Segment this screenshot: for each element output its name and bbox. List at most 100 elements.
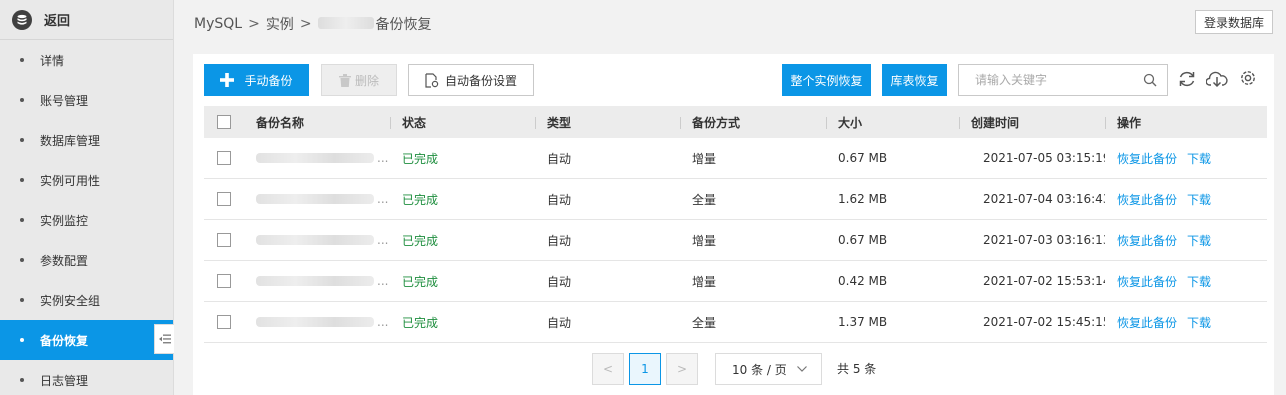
page-number-button[interactable]: 1 — [629, 353, 661, 385]
gear-icon[interactable] — [1237, 67, 1259, 89]
size-cell: 0.67 MB — [838, 233, 888, 247]
breadcrumb-separator: > — [248, 16, 260, 32]
name-ellipsis: ... — [377, 315, 389, 329]
row-checkbox[interactable] — [217, 151, 231, 165]
status-cell: 已完成 — [402, 233, 439, 248]
column-header-size: 大小 — [826, 106, 959, 138]
back-button[interactable]: 返回 — [0, 0, 173, 40]
redacted-backup-name — [256, 317, 374, 327]
backup-name-cell: ... — [244, 220, 390, 260]
status-cell: 已完成 — [402, 192, 439, 207]
row-checkbox[interactable] — [217, 315, 231, 329]
status-cell: 已完成 — [402, 151, 439, 166]
bullet-icon — [20, 178, 24, 182]
sidebar-item-availability[interactable]: 实例可用性 — [0, 160, 173, 200]
name-ellipsis: ... — [377, 233, 389, 247]
bullet-icon — [20, 258, 24, 262]
per-page-value: 10 条 / 页 — [732, 362, 787, 377]
login-database-button[interactable]: 登录数据库 — [1194, 10, 1273, 34]
row-checkbox[interactable] — [217, 233, 231, 247]
row-checkbox[interactable] — [217, 274, 231, 288]
document-settings-icon — [425, 72, 439, 88]
manual-backup-button[interactable]: 手动备份 — [204, 64, 309, 96]
breadcrumb-item-instance[interactable]: 实例 — [266, 14, 294, 34]
created-time-cell: 2021-07-04 03:16:43 — [983, 192, 1105, 206]
type-cell: 自动 — [547, 274, 572, 289]
size-cell: 0.67 MB — [838, 151, 888, 165]
sidebar-item-databases[interactable]: 数据库管理 — [0, 120, 173, 160]
select-all-cell — [204, 106, 244, 138]
bullet-icon — [20, 378, 24, 382]
sidebar: 返回 详情 账号管理 数据库管理 实例可用性 实例监控 参数配置 实例安全组 备… — [0, 0, 174, 395]
search-box — [958, 64, 1168, 96]
sidebar-item-label: 数据库管理 — [40, 133, 101, 148]
restore-backup-link[interactable]: 恢复此备份 — [1117, 191, 1177, 208]
row-checkbox[interactable] — [217, 192, 231, 206]
manual-backup-label: 手动备份 — [244, 73, 293, 88]
download-link[interactable]: 下载 — [1187, 191, 1211, 208]
row-select-cell — [204, 302, 244, 342]
restore-backup-link[interactable]: 恢复此备份 — [1117, 314, 1177, 331]
sidebar-item-details[interactable]: 详情 — [0, 40, 173, 80]
table-row: ... 已完成 自动 全量 1.62 MB 2021-07-04 03:16:4… — [204, 179, 1267, 220]
sidebar-item-backup-restore[interactable]: 备份恢复 — [0, 320, 173, 360]
bullet-icon — [20, 98, 24, 102]
method-cell: 增量 — [692, 274, 717, 289]
breadcrumb-separator: > — [299, 16, 312, 32]
column-header-status: 状态 — [390, 106, 535, 138]
redacted-instance-name — [317, 17, 374, 29]
actions-cell: 恢复此备份 下载 — [1105, 302, 1267, 342]
sidebar-item-parameters[interactable]: 参数配置 — [0, 240, 173, 280]
sidebar-item-label: 详情 — [40, 53, 65, 68]
download-link[interactable]: 下载 — [1187, 232, 1211, 249]
breadcrumb: MySQL > 实例 > 备份恢复 — [194, 14, 432, 34]
sidebar-item-label: 实例安全组 — [40, 293, 101, 308]
cloud-download-icon[interactable] — [1206, 67, 1228, 89]
breadcrumb-item-mysql[interactable]: MySQL — [194, 16, 242, 32]
sidebar-item-monitoring[interactable]: 实例监控 — [0, 200, 173, 240]
search-input[interactable] — [975, 73, 1143, 87]
column-header-method: 备份方式 — [680, 106, 826, 138]
restore-backup-link[interactable]: 恢复此备份 — [1117, 273, 1177, 290]
download-link[interactable]: 下载 — [1187, 273, 1211, 290]
actions-cell: 恢复此备份 下载 — [1105, 138, 1267, 178]
table-row: ... 已完成 自动 增量 0.67 MB 2021-07-03 03:16:1… — [204, 220, 1267, 261]
created-time-cell: 2021-07-05 03:15:19 — [983, 151, 1105, 165]
main-panel: 手动备份 删除 自动备份设置 整个实例恢复 库表恢复 请输入关键字 备份名称 状… — [193, 54, 1274, 395]
created-time-cell: 2021-07-02 15:45:15 — [983, 315, 1105, 329]
page-number-label: 1 — [641, 362, 649, 376]
next-page-button[interactable]: > — [666, 353, 698, 385]
select-all-checkbox[interactable] — [217, 115, 231, 129]
db-table-restore-button[interactable]: 库表恢复 — [882, 64, 947, 96]
collapse-sidebar-button[interactable] — [154, 324, 174, 354]
chevron-left-icon: < — [602, 362, 614, 376]
restore-backup-link[interactable]: 恢复此备份 — [1117, 232, 1177, 249]
full-instance-restore-button[interactable]: 整个实例恢复 — [782, 64, 871, 96]
db-table-restore-label: 库表恢复 — [890, 73, 939, 88]
sidebar-item-security-group[interactable]: 实例安全组 — [0, 280, 173, 320]
total-count: 共 5 条 — [837, 362, 877, 376]
auto-backup-settings-button[interactable]: 自动备份设置 — [408, 64, 534, 96]
sidebar-item-accounts[interactable]: 账号管理 — [0, 80, 173, 120]
prev-page-button[interactable]: < — [592, 353, 624, 385]
backup-name-cell: ... — [244, 179, 390, 219]
restore-backup-link[interactable]: 恢复此备份 — [1117, 150, 1177, 167]
name-ellipsis: ... — [377, 274, 389, 288]
bullet-icon — [20, 58, 24, 62]
per-page-select[interactable]: 10 条 / 页 — [715, 353, 822, 385]
sidebar-item-label: 实例监控 — [40, 213, 89, 228]
delete-button[interactable]: 删除 — [321, 64, 397, 96]
method-cell: 全量 — [692, 192, 717, 207]
sidebar-item-logs[interactable]: 日志管理 — [0, 360, 173, 395]
breadcrumb-current: 备份恢复 — [375, 17, 432, 33]
download-link[interactable]: 下载 — [1187, 314, 1211, 331]
sidebar-item-label: 备份恢复 — [40, 333, 89, 348]
actions-cell: 恢复此备份 下载 — [1105, 179, 1267, 219]
refresh-icon[interactable] — [1176, 68, 1198, 90]
redacted-backup-name — [256, 276, 374, 286]
search-icon[interactable] — [1143, 73, 1157, 87]
sidebar-item-label: 参数配置 — [40, 253, 89, 268]
backup-name-cell: ... — [244, 261, 390, 301]
download-link[interactable]: 下载 — [1187, 150, 1211, 167]
bullet-icon — [20, 218, 24, 222]
